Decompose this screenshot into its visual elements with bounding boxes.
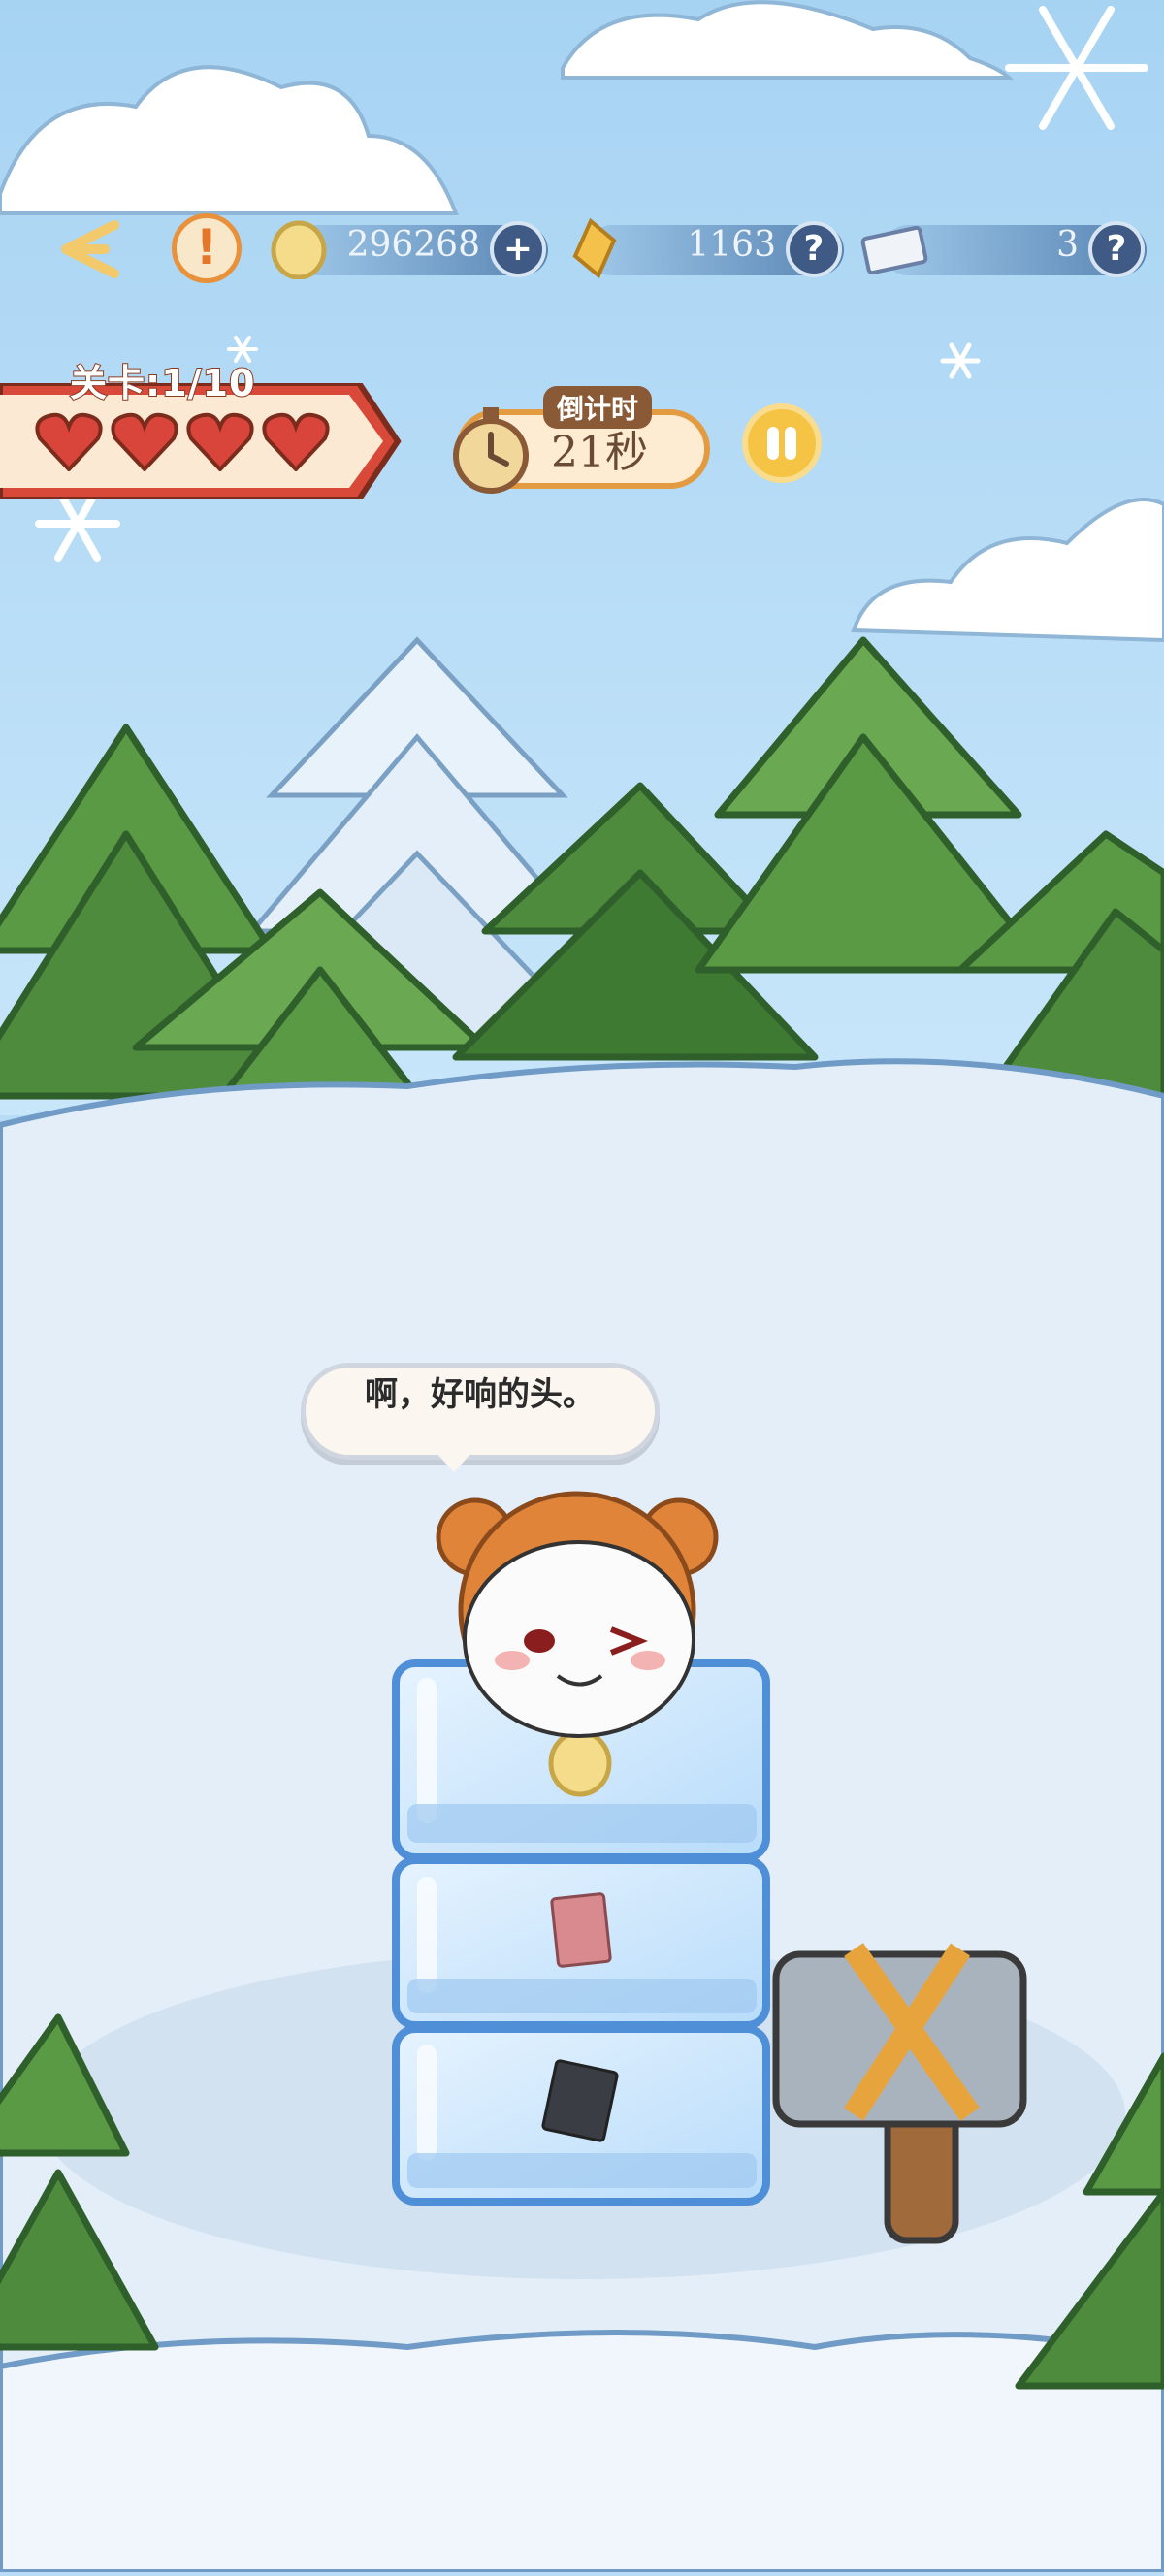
- back-arrow-icon[interactable]: [37, 215, 124, 283]
- lives-hearts: [35, 411, 330, 471]
- coin-icon: [271, 220, 327, 279]
- pause-button[interactable]: [742, 403, 822, 483]
- add-coins-button[interactable]: +: [490, 221, 546, 277]
- crystal-icon: [572, 217, 617, 279]
- crystal-value: 1163: [687, 225, 776, 265]
- coin-counter: 296268 +: [271, 220, 548, 279]
- speech-bubble: 啊，好响的头。: [301, 1363, 660, 1460]
- timer-value: 21秒: [551, 428, 648, 477]
- level-label: 关卡:1/10: [69, 361, 256, 405]
- crystal-help-button[interactable]: ?: [786, 221, 842, 277]
- ticket-value: 3: [1056, 225, 1079, 265]
- alert-icon[interactable]: !: [172, 213, 242, 283]
- coin-item: [548, 1729, 612, 1797]
- speech-bubble-tail: [435, 1451, 473, 1472]
- heart-icon: [186, 412, 254, 471]
- card-item: [550, 1892, 612, 1968]
- dark-card-item: [541, 2059, 619, 2142]
- heart-icon: [262, 412, 330, 471]
- crystal-counter: 1163 ?: [572, 217, 844, 279]
- ticket-help-button[interactable]: ?: [1088, 221, 1145, 277]
- ticket-icon: [860, 225, 928, 275]
- clock-icon: [453, 407, 529, 494]
- ticket-counter: 3 ?: [860, 221, 1147, 277]
- heart-icon: [111, 412, 178, 471]
- heart-icon: [35, 412, 103, 471]
- top-hud: ! 296268 + 1163 ? 3 ?: [0, 204, 1164, 301]
- coin-value: 296268: [346, 225, 480, 265]
